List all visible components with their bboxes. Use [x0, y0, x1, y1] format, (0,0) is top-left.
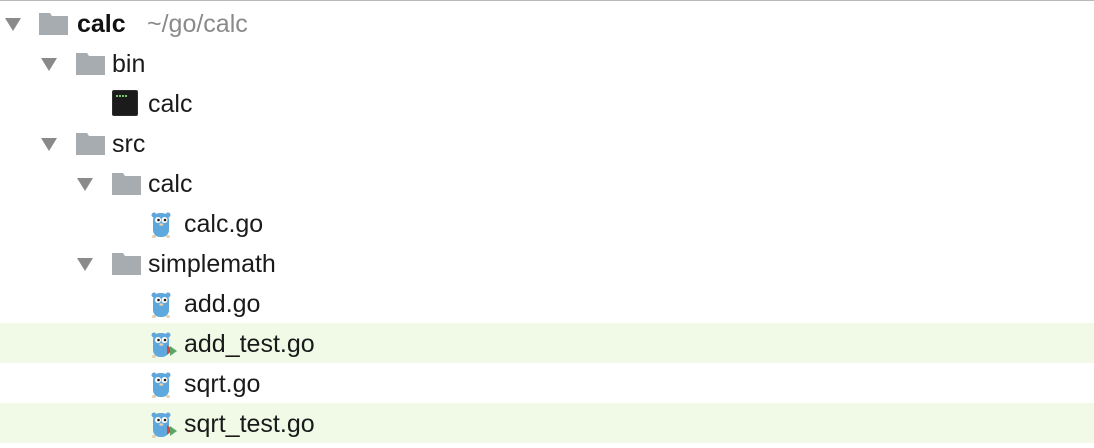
- tree-row-src[interactable]: src: [0, 123, 1094, 163]
- file-label: sqrt.go: [184, 370, 261, 398]
- expand-arrow-icon[interactable]: [41, 58, 57, 71]
- go-test-file-icon: [151, 412, 177, 438]
- folder-icon: [112, 253, 141, 275]
- expand-arrow-icon[interactable]: [5, 18, 21, 31]
- file-label: add_test.go: [184, 330, 315, 358]
- executable-label: calc: [148, 90, 193, 118]
- executable-icon: [112, 90, 138, 116]
- tree-row-src-calc[interactable]: calc: [0, 163, 1094, 203]
- root-folder-label: calc: [77, 10, 126, 38]
- tree-row-add-go[interactable]: add.go: [0, 283, 1094, 323]
- project-tree: calc ~/go/calc bin calc src calc calc.go…: [0, 0, 1094, 448]
- expand-arrow-icon[interactable]: [77, 178, 93, 191]
- root-folder-path: ~/go/calc: [147, 10, 248, 38]
- folder-icon: [76, 53, 105, 75]
- folder-icon: [39, 13, 68, 35]
- tree-row-sqrt-test-go[interactable]: sqrt_test.go: [0, 403, 1094, 443]
- folder-icon: [76, 133, 105, 155]
- tree-row-root[interactable]: calc ~/go/calc: [0, 3, 1094, 43]
- simplemath-folder-label: simplemath: [148, 250, 276, 278]
- tree-row-calc-go[interactable]: calc.go: [0, 203, 1094, 243]
- go-test-file-icon: [151, 332, 177, 358]
- file-label: sqrt_test.go: [184, 410, 315, 438]
- go-file-icon: [151, 292, 171, 318]
- expand-arrow-icon[interactable]: [77, 258, 93, 271]
- go-file-icon: [151, 372, 171, 398]
- file-label: add.go: [184, 290, 261, 318]
- go-file-icon: [151, 212, 171, 238]
- tree-row-bin[interactable]: bin: [0, 43, 1094, 83]
- src-folder-label: src: [112, 130, 146, 158]
- folder-icon: [112, 173, 141, 195]
- expand-arrow-icon[interactable]: [41, 138, 57, 151]
- tree-row-add-test-go[interactable]: add_test.go: [0, 323, 1094, 363]
- bin-folder-label: bin: [112, 50, 146, 78]
- calc-folder-label: calc: [148, 170, 193, 198]
- tree-row-bin-calc[interactable]: calc: [0, 83, 1094, 123]
- tree-row-sqrt-go[interactable]: sqrt.go: [0, 363, 1094, 403]
- file-label: calc.go: [184, 210, 264, 238]
- tree-row-simplemath[interactable]: simplemath: [0, 243, 1094, 283]
